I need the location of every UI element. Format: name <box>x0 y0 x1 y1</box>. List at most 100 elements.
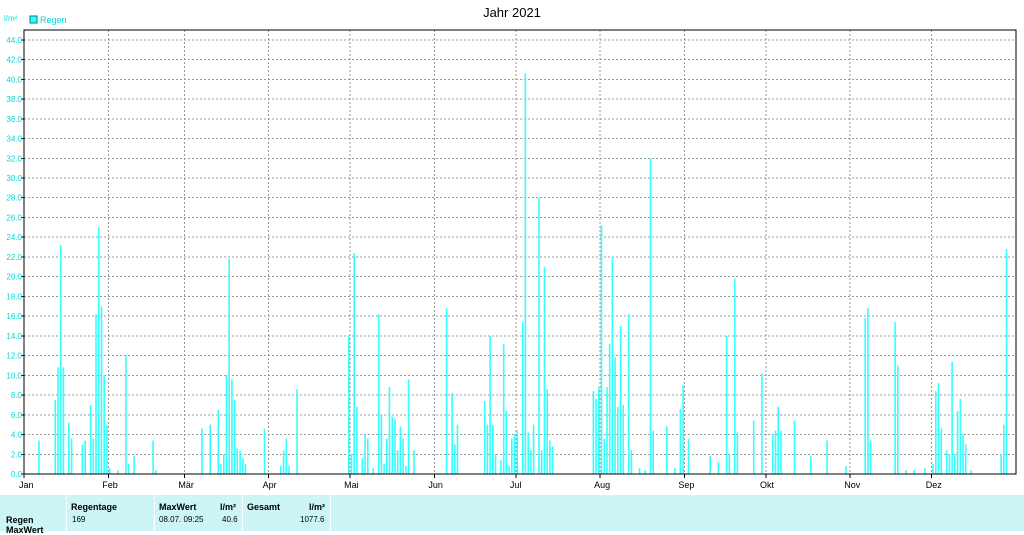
rain-bar <box>736 432 739 474</box>
rain-bar <box>644 470 646 474</box>
statistics-panel: Regen MaxWert Regentage 169 MaxWert l/m²… <box>0 495 1024 535</box>
month-label: Apr <box>263 480 277 490</box>
rain-bar <box>505 410 508 474</box>
y-tick-label: 44.0 <box>6 36 22 45</box>
rain-bar <box>97 227 100 474</box>
rain-bar <box>649 158 652 475</box>
column-separator <box>330 495 331 531</box>
rain-bar <box>502 343 505 474</box>
rain-bar <box>451 393 453 474</box>
y-tick-label: 26.0 <box>6 213 22 222</box>
rain-bar <box>617 406 619 474</box>
rain-bar <box>225 375 228 474</box>
y-tick-label: 42.0 <box>6 56 22 65</box>
rain-bar <box>826 440 828 474</box>
rain-bar <box>733 278 736 474</box>
rain-bar <box>353 253 355 474</box>
rain-bar <box>793 420 796 474</box>
rain-bar <box>92 438 95 474</box>
rain-bar <box>761 373 763 474</box>
y-tick-label: 10.0 <box>6 371 22 380</box>
rain-bar <box>897 365 899 474</box>
rain-bar <box>201 428 203 474</box>
rain-bar <box>127 464 130 474</box>
rain-bar <box>407 379 410 474</box>
rain-bar <box>391 416 394 474</box>
rain-bar <box>383 464 385 474</box>
rain-bar <box>964 444 967 474</box>
rain-bar <box>652 430 654 474</box>
rain-bar <box>530 450 532 474</box>
y-tick-label: 4.0 <box>11 431 23 440</box>
rain-bar <box>117 470 119 474</box>
rain-bar <box>780 430 782 474</box>
rain-bar <box>717 462 720 474</box>
legend-swatch <box>29 15 38 24</box>
rain-bar <box>494 454 497 474</box>
rain-bar <box>622 404 625 474</box>
rain-bar <box>600 225 603 474</box>
rain-bar <box>233 400 236 474</box>
rain-bar <box>511 438 513 474</box>
rain-bar <box>937 383 940 474</box>
maxwert-header: MaxWert <box>159 502 197 512</box>
rain-bar <box>546 389 548 474</box>
rain-bar <box>543 266 546 474</box>
rain-bar <box>774 430 777 474</box>
rain-bar <box>242 458 244 474</box>
rain-bar <box>810 456 812 474</box>
rain-bar <box>1005 249 1008 474</box>
rain-bar <box>386 438 388 474</box>
rain-bar <box>244 464 247 474</box>
axes <box>21 29 1017 478</box>
y-tick-label: 38.0 <box>6 95 22 104</box>
legend-label: Regen <box>40 15 67 25</box>
rain-bar <box>948 454 951 474</box>
y-tick-label: 22.0 <box>6 253 22 262</box>
rain-bar <box>296 389 298 474</box>
y-axis-unit-label: l/m² <box>4 14 18 23</box>
rain-bar <box>728 454 731 474</box>
rain-bar <box>940 428 943 474</box>
rain-bar <box>777 406 779 474</box>
rain-bar <box>95 314 97 474</box>
rain-bar <box>845 466 847 474</box>
rain-bar <box>367 438 369 474</box>
row-label-maxwert: MaxWert <box>6 525 44 535</box>
rain-bar <box>228 258 230 474</box>
rain-bar <box>538 197 540 474</box>
rain-bar <box>81 444 84 474</box>
rain-bar <box>394 418 396 474</box>
y-tick-labels: 0.0 2.0 4.0 6.0 8.0 10.0 12.0 14.0 16.0 18.0 20.0 2… <box>6 36 22 479</box>
rain-bar <box>521 322 524 474</box>
rain-bar <box>598 387 600 474</box>
month-label: Feb <box>102 480 118 490</box>
rain-bar <box>209 424 211 474</box>
rain-bar <box>945 450 948 474</box>
rain-bar <box>508 466 510 474</box>
rain-bar <box>396 450 399 474</box>
rain-bar <box>516 430 519 474</box>
rain-bar <box>152 440 154 474</box>
rain-bar <box>725 335 728 474</box>
rain-bar <box>864 318 866 474</box>
rain-bar <box>549 440 551 474</box>
rain-bar <box>603 438 606 474</box>
rain-bar <box>489 335 491 474</box>
month-label: Aug <box>594 480 610 490</box>
rain-bar <box>772 434 774 474</box>
rain-bar <box>935 391 937 474</box>
rain-bar <box>106 424 108 474</box>
rain-bar <box>666 426 668 474</box>
rain-bar <box>959 399 962 474</box>
rain-bar <box>62 367 65 474</box>
rain-bar <box>532 424 535 474</box>
month-label: Jun <box>428 480 443 490</box>
regentage-value: 169 <box>72 515 86 524</box>
rain-bar <box>380 414 383 474</box>
rain-bar <box>285 438 288 474</box>
column-separator <box>66 495 67 531</box>
rain-bar <box>372 468 374 474</box>
rain-bar <box>486 424 489 474</box>
rain-bar <box>356 406 358 474</box>
